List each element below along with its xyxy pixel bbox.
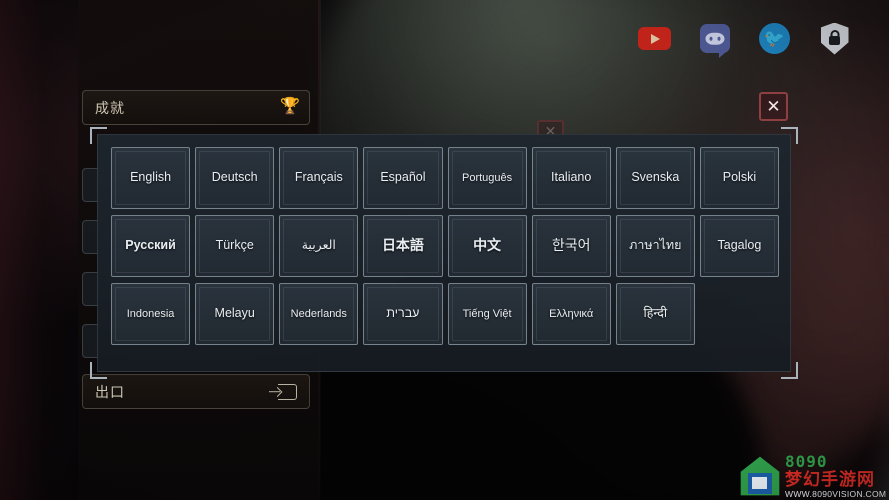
language-button-label: Français	[294, 170, 343, 185]
language-button-label: Ελληνικά	[549, 307, 594, 320]
panel-corner-top-right	[781, 127, 798, 144]
language-button[interactable]: Español	[363, 147, 443, 209]
language-button-label: Tiếng Việt	[462, 307, 512, 320]
language-button-label: हिन्दी	[643, 306, 668, 321]
language-button[interactable]: हिन्दी	[615, 283, 695, 345]
left-edge-shade	[0, 0, 78, 500]
language-button[interactable]: Русский	[111, 215, 191, 277]
language-button-label: العربية	[301, 238, 336, 253]
language-button[interactable]: Deutsch	[195, 147, 275, 209]
site-watermark: 8090 梦幻手游网 WWW.8090VISION.COM	[735, 452, 889, 500]
exit-icon	[278, 383, 297, 400]
language-button[interactable]: 日本語	[363, 215, 443, 277]
language-button[interactable]: Polski	[699, 147, 779, 209]
watermark-logo-icon	[739, 455, 781, 497]
panel-corner-top-left	[90, 127, 107, 144]
twitter-icon[interactable]: 🐦	[758, 22, 791, 55]
language-button-label: Deutsch	[211, 170, 258, 185]
menu-item-exit[interactable]: 出口	[82, 374, 310, 409]
language-button-label: Indonesia	[126, 307, 175, 320]
language-button[interactable]: Nederlands	[279, 283, 359, 345]
language-selection-panel: English Deutsch Français Español Português It…	[90, 127, 798, 379]
language-button-label: Español	[380, 170, 426, 185]
language-button[interactable]: Tiếng Việt	[447, 283, 527, 345]
language-button[interactable]: Svenska	[615, 147, 695, 209]
language-button[interactable]: Tagalog	[699, 215, 779, 277]
privacy-shield-icon[interactable]	[818, 22, 851, 55]
language-button-label: Tagalog	[717, 238, 762, 253]
close-button[interactable]: ✕	[759, 92, 788, 121]
language-button-label: Polski	[722, 170, 757, 185]
panel-corner-bottom-right	[781, 362, 798, 379]
panel-corner-bottom-left	[90, 362, 107, 379]
language-button-label: 한국어	[551, 237, 591, 254]
language-button-label: עברית	[386, 306, 420, 321]
language-button[interactable]: ภาษาไทย	[615, 215, 695, 277]
menu-item-exit-label: 出口	[95, 383, 125, 400]
social-links-bar: 🐦	[638, 22, 851, 58]
language-button[interactable]: 中文	[447, 215, 527, 277]
language-button[interactable]: 한국어	[531, 215, 611, 277]
game-screen: 🐦 ✕ ✕ 成就 🏆 出口 English Deutsch Français Espa…	[0, 0, 889, 500]
language-button-label: ภาษาไทย	[629, 238, 682, 253]
language-button[interactable]: Indonesia	[111, 283, 191, 345]
discord-icon[interactable]	[698, 22, 731, 58]
language-button-label: Svenska	[631, 170, 680, 185]
twitter-bird-glyph: 🐦	[759, 23, 790, 54]
language-button[interactable]: Português	[447, 147, 527, 209]
watermark-cn-name: 梦幻手游网	[785, 469, 875, 489]
menu-item-achievements[interactable]: 成就 🏆	[82, 90, 310, 125]
language-button-label: Türkçe	[215, 238, 254, 253]
language-button-label: Italiano	[551, 170, 592, 185]
menu-item-achievements-label: 成就	[95, 99, 125, 116]
language-button[interactable]: Melayu	[195, 283, 275, 345]
youtube-icon[interactable]	[638, 22, 671, 55]
language-button-label: Русский	[125, 238, 176, 253]
language-button-label: 日本語	[381, 237, 424, 254]
language-button-label: Melayu	[214, 306, 255, 321]
language-button[interactable]: Ελληνικά	[531, 283, 611, 345]
language-button-label: Português	[461, 171, 513, 184]
trophy-icon: 🏆	[280, 97, 300, 115]
language-button[interactable]: Italiano	[531, 147, 611, 209]
watermark-brand: 8090	[785, 451, 828, 471]
language-button-label: English	[130, 170, 172, 185]
language-button[interactable]: עברית	[363, 283, 443, 345]
language-button-label: Nederlands	[290, 307, 347, 320]
close-icon: ✕	[766, 97, 781, 116]
language-button[interactable]: Türkçe	[195, 215, 275, 277]
language-button-grid: English Deutsch Français Español Português It…	[111, 147, 779, 345]
watermark-url: WWW.8090VISION.COM	[785, 488, 887, 499]
language-button[interactable]: Français	[279, 147, 359, 209]
language-button-label: 中文	[473, 237, 502, 254]
language-button[interactable]: العربية	[279, 215, 359, 277]
language-button[interactable]: English	[111, 147, 191, 209]
